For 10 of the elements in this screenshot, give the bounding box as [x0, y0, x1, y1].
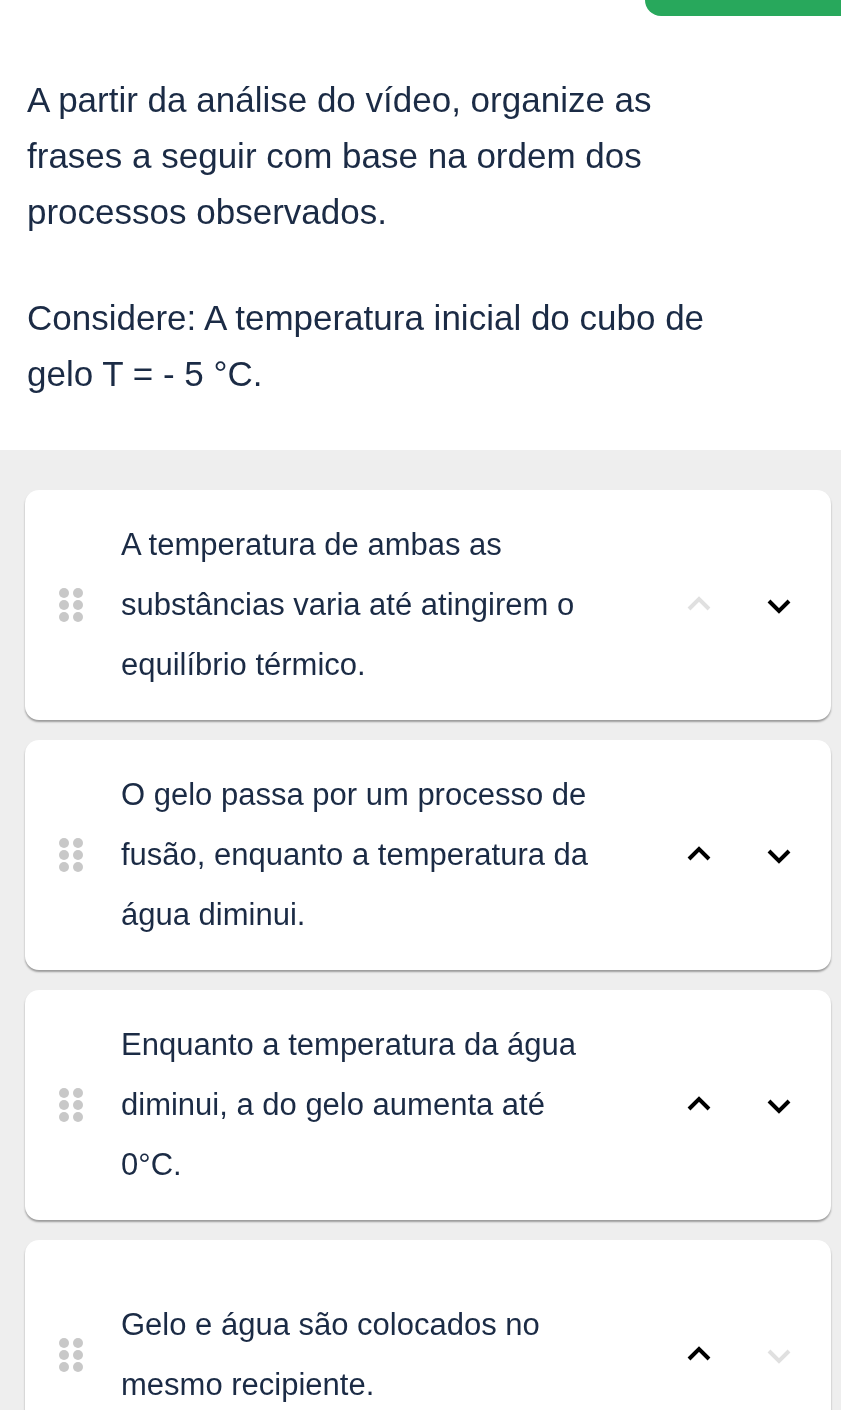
question-text: A partir da análise do vídeo, organize as frases a seguir com base na ordem dos processos observados.: [27, 79, 653, 233]
drag-handle-icon[interactable]: [57, 587, 85, 623]
question-text: Considere: A temperatura inicial do cubo de gelo T = - 5 °C.: [27, 297, 706, 395]
card-text: Gelo e água são colocados no mesmo recipiente.: [121, 1306, 541, 1404]
drag-handle-icon[interactable]: [57, 1087, 85, 1123]
card-text: A temperatura de ambas as substâncias varia até atingirem o equilíbrio térmico.: [121, 526, 576, 684]
drag-handle-icon[interactable]: [57, 837, 85, 873]
card-text: O gelo passa por um processo de fusão, enquanto a temperatura da água diminui.: [121, 776, 590, 934]
card-text: Enquanto a temperatura da água diminui, a do gelo aumenta até 0°C.: [121, 1026, 577, 1184]
drag-handle-icon[interactable]: [57, 1337, 85, 1373]
